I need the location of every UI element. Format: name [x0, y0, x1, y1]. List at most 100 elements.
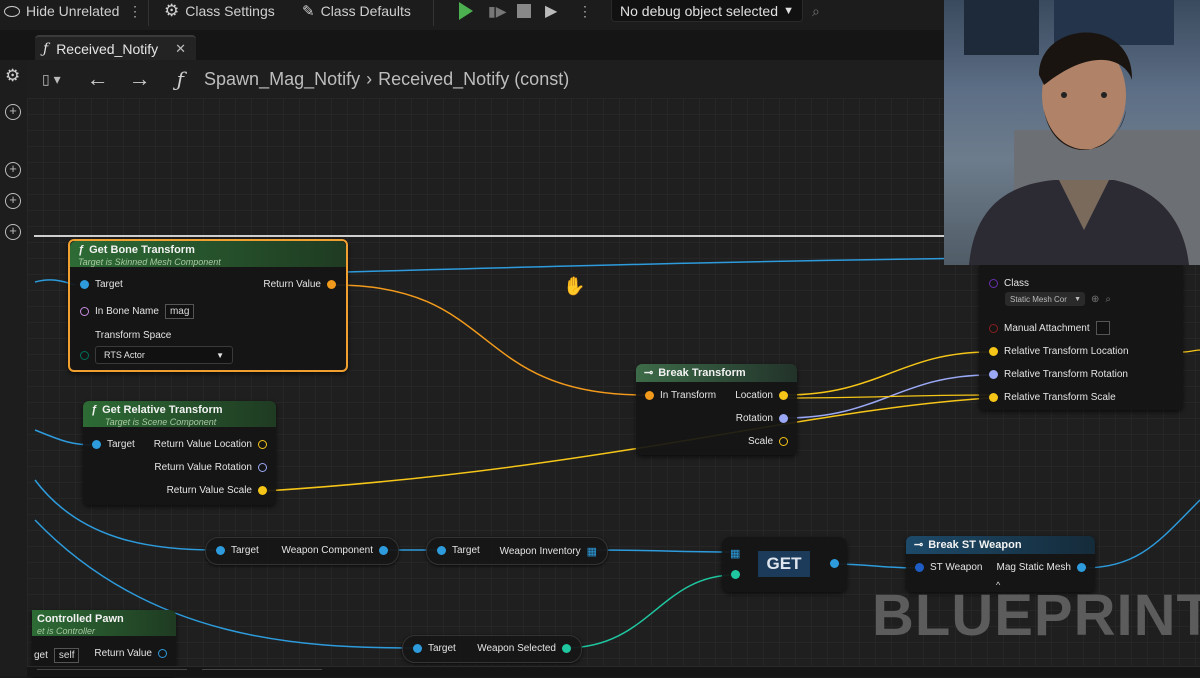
pin-target[interactable]: get self	[34, 648, 80, 663]
pin-label: Relative Transform Rotation	[1004, 369, 1128, 380]
pin-in-bone-name[interactable]: In Bone Name mag	[80, 304, 195, 319]
node-subtitle: et is Controller	[37, 626, 96, 636]
pin-label: Target	[231, 545, 259, 556]
pin-label: In Transform	[660, 390, 717, 401]
pin-return-rotation[interactable]: Return Value Rotation	[154, 462, 267, 473]
bottom-panel-tabs	[27, 666, 1200, 677]
node-title: Get Bone Transform	[89, 244, 195, 256]
pin-relative-location[interactable]: Relative Transform Location	[989, 346, 1129, 357]
pin-label: Relative Transform Location	[1004, 346, 1129, 357]
node-add-component[interactable]: Class Static Mesh Cor ▼ ⊕ ⌕ Manual Attac…	[979, 265, 1183, 410]
transform-space-select[interactable]: RTS Actor ▼	[95, 346, 233, 364]
pin-label: Relative Transform Scale	[1004, 392, 1116, 403]
webcam-overlay	[944, 0, 1200, 265]
find-results-tab[interactable]	[202, 669, 322, 678]
pin-label: Return Value Scale	[166, 485, 252, 496]
pin-label: Manual Attachment	[1004, 322, 1090, 334]
pin-transform-space[interactable]: RTS Actor ▼	[80, 346, 233, 364]
select-value: Static Mesh Cor	[1010, 294, 1067, 304]
presenter-image	[964, 0, 1200, 265]
node-array-get[interactable]: ▦ GET	[722, 537, 847, 592]
break-icon: ⊸	[644, 367, 654, 379]
bone-name-input[interactable]: mag	[164, 304, 195, 319]
array-pin-icon[interactable]: ▦	[730, 547, 740, 560]
pin-label: ST Weapon	[930, 562, 983, 573]
pin-target[interactable]: Target	[80, 279, 123, 290]
chevron-down-icon: ▼	[216, 350, 224, 360]
node-get-relative-transform[interactable]: ƒ Get Relative Transform Target is Scene …	[83, 401, 276, 505]
pin-class[interactable]: Class	[989, 278, 1029, 289]
node-subtitle: Target is Skinned Mesh Component	[78, 257, 221, 267]
pin-label: Target	[95, 279, 123, 290]
node-title: Controlled Pawn	[37, 613, 124, 625]
node-get-weapon-inventory[interactable]: Target Weapon Inventory ▦	[426, 537, 608, 565]
pin-target[interactable]: Target	[413, 643, 456, 654]
pin-label: Weapon Component	[281, 545, 373, 556]
pin-index[interactable]	[731, 570, 740, 582]
break-icon: ⊸	[914, 539, 924, 551]
wire-return-to-break	[334, 284, 646, 396]
pin-relative-scale[interactable]: Relative Transform Scale	[989, 392, 1116, 403]
selection-divider-line	[34, 235, 944, 237]
node-get-weapon-component[interactable]: Target Weapon Component	[205, 537, 399, 565]
pin-label: Return Value	[94, 648, 152, 659]
wire-scale	[264, 397, 991, 492]
pin-target[interactable]: Target	[92, 439, 135, 450]
pin-weapon-component[interactable]: Weapon Component	[281, 545, 388, 556]
pin-manual-attachment[interactable]: Manual Attachment	[989, 321, 1110, 335]
pin-label: In Bone Name	[95, 306, 159, 317]
pin-label: Return Value	[263, 279, 321, 290]
node-get-weapon-selected[interactable]: Target Weapon Selected	[402, 635, 582, 663]
class-select[interactable]: Static Mesh Cor ▼ ⊕ ⌕	[1005, 292, 1111, 306]
pin-label: Target	[107, 439, 135, 450]
pin-location[interactable]: Location	[735, 390, 788, 401]
pin-scale[interactable]: Scale	[748, 436, 788, 447]
wire-selected-to-get	[564, 574, 736, 649]
manual-attachment-checkbox[interactable]	[1095, 321, 1110, 335]
pin-rotation[interactable]: Rotation	[736, 413, 788, 424]
pin-target[interactable]: Target	[437, 545, 480, 556]
array-pin-icon: ▦	[586, 546, 597, 558]
pin-label: Scale	[747, 436, 773, 447]
wire-break-out	[1081, 499, 1200, 569]
pin-return-location[interactable]: Return Value Location	[154, 439, 267, 450]
pin-return-scale[interactable]: Return Value Scale	[167, 485, 267, 496]
node-subtitle: Target is Scene Component	[105, 417, 217, 427]
self-input[interactable]: self	[53, 648, 80, 663]
pin-label: Location	[735, 390, 773, 401]
pin-label: Weapon Selected	[477, 643, 556, 654]
chevron-down-icon: ▼	[1074, 295, 1081, 303]
function-icon: ƒ	[91, 404, 98, 416]
pin-weapon-inventory[interactable]: Weapon Inventory ▦	[500, 545, 597, 558]
pin-label: Target	[428, 643, 456, 654]
node-get-bone-transform[interactable]: ƒ Get Bone Transform Target is Skinned Me…	[68, 239, 348, 372]
pin-label: Class	[1004, 278, 1030, 289]
pin-st-weapon[interactable]: ST Weapon	[915, 562, 982, 573]
wire-right-yellow	[1182, 349, 1200, 353]
browse-icon[interactable]: ⌕	[1105, 294, 1111, 305]
pin-return-value[interactable]: Return Value	[94, 648, 167, 659]
pin-weapon-selected[interactable]: Weapon Selected	[477, 643, 571, 654]
wire-location	[784, 351, 991, 396]
pin-label: Weapon Inventory	[499, 546, 581, 557]
pin-target[interactable]: Target	[216, 545, 259, 556]
pin-out[interactable]	[830, 559, 839, 571]
get-label: GET	[758, 551, 810, 577]
pin-label: Return Value Location	[153, 439, 252, 450]
pin-relative-rotation[interactable]: Relative Transform Rotation	[989, 369, 1128, 380]
hand-cursor-icon: ✋	[563, 276, 586, 296]
pin-mag-static-mesh[interactable]: Mag Static Mesh	[997, 562, 1086, 573]
select-value: RTS Actor	[104, 350, 145, 360]
node-break-transform[interactable]: ⊸ Break Transform In Transform Location R…	[636, 364, 797, 455]
use-selected-icon[interactable]: ⊕	[1091, 294, 1099, 305]
pin-in-transform[interactable]: In Transform	[645, 390, 716, 401]
wire-inventory-to-get	[594, 549, 736, 553]
pin-transform-space-label: Transform Space	[95, 330, 171, 341]
node-title: Break Transform	[658, 366, 746, 379]
node-title: Get Relative Transform	[102, 404, 223, 416]
node-title: Break ST Weapon	[928, 538, 1022, 551]
pin-return-value[interactable]: Return Value	[263, 279, 336, 290]
compiler-results-tab[interactable]	[37, 669, 187, 678]
pin-label: Mag Static Mesh	[996, 562, 1071, 573]
pin-label: Transform Space	[95, 330, 172, 341]
